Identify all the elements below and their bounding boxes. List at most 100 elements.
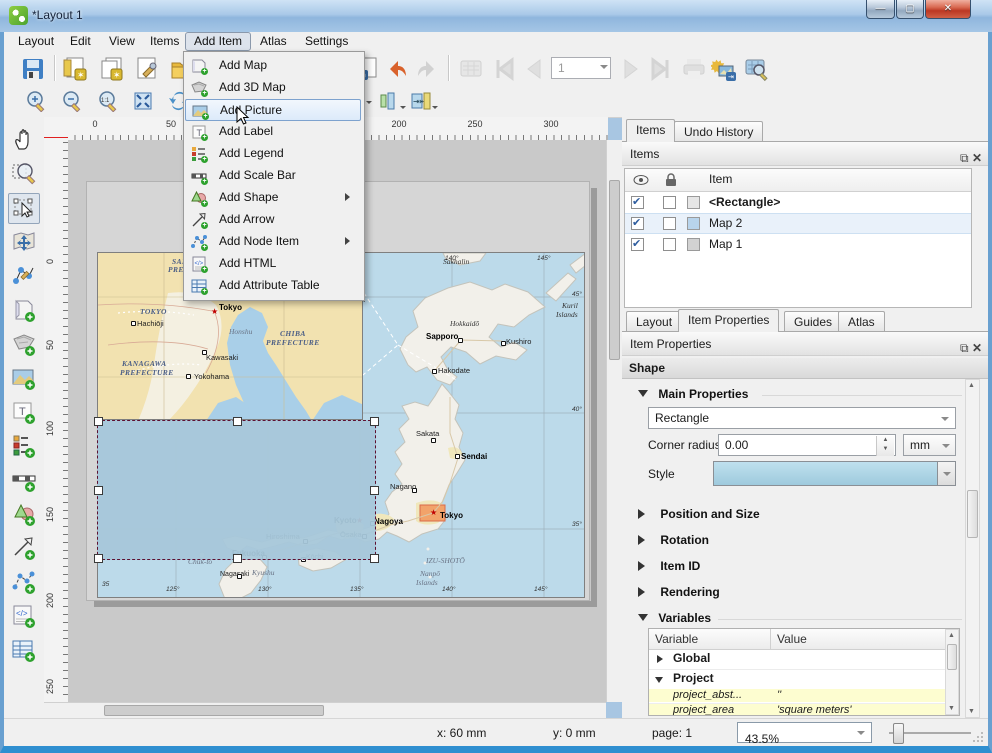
rectangle-item-selected[interactable]	[94, 417, 379, 563]
tab-atlas[interactable]: Atlas	[838, 311, 885, 332]
item-row-map1[interactable]: Map 1	[625, 234, 971, 255]
zoom-tool-button[interactable]	[8, 159, 40, 190]
corner-radius-unit-combo[interactable]: mm	[903, 434, 956, 456]
atlas-previous-feature-button[interactable]	[518, 54, 548, 84]
maximize-button[interactable]: ▢	[896, 0, 924, 19]
minimize-button[interactable]: —	[866, 0, 895, 19]
move-item-content-tool-button[interactable]	[8, 227, 40, 258]
add-legend-tool-button[interactable]	[8, 431, 40, 462]
variables-group-header[interactable]: Variables	[638, 611, 711, 625]
lock-checkbox[interactable]	[663, 217, 676, 230]
variable-row-project-area[interactable]: project_area 'square meters'	[649, 703, 959, 715]
canvas-horizontal-scrollbar[interactable]	[44, 702, 606, 718]
style-color-button[interactable]	[713, 461, 956, 486]
pan-tool-button[interactable]	[8, 125, 40, 156]
resize-grip[interactable]	[972, 731, 984, 743]
variable-row-global[interactable]: Global	[649, 649, 959, 670]
resize-handle-w[interactable]	[94, 486, 103, 495]
menu-item-add-arrow[interactable]: + Add Arrow	[185, 209, 361, 231]
menu-item-add-label[interactable]: T + Add Label	[185, 121, 361, 143]
save-project-button[interactable]	[18, 54, 48, 84]
tab-item-properties[interactable]: Item Properties	[678, 309, 780, 332]
corner-radius-spinbox[interactable]: 0.00 ▲ ▼	[718, 434, 896, 456]
style-dropdown-zone[interactable]	[937, 462, 955, 485]
add-scalebar-tool-button[interactable]	[8, 465, 40, 496]
resize-handle-sw[interactable]	[94, 554, 103, 563]
zoom-out-button[interactable]	[58, 88, 84, 114]
expand-triangle-icon[interactable]	[657, 655, 667, 663]
redo-button[interactable]	[412, 54, 442, 84]
variable-row-project-abstract[interactable]: project_abst... ''	[649, 689, 959, 702]
menu-view[interactable]: View	[101, 32, 143, 51]
resize-handle-n[interactable]	[233, 417, 242, 426]
menu-item-add-node-item[interactable]: + Add Node Item	[185, 231, 361, 253]
visibility-checkbox[interactable]	[631, 216, 644, 230]
menu-item-add-legend[interactable]: + Add Legend	[185, 143, 361, 165]
zoom-actual-size-button[interactable]: 1:1	[94, 88, 120, 114]
distribute-dropdown-icon[interactable]	[432, 106, 438, 112]
atlas-settings-button[interactable]	[456, 54, 486, 84]
add-attribute-table-tool-button[interactable]	[8, 635, 40, 666]
print-atlas-button[interactable]	[679, 54, 709, 84]
menu-add-item[interactable]: Add Item	[185, 32, 252, 51]
variable-row-project[interactable]: Project	[649, 669, 959, 690]
rotation-group-header[interactable]: Rotation	[638, 533, 709, 547]
resize-handle-s[interactable]	[233, 554, 242, 563]
item-label[interactable]: Map 2	[709, 216, 742, 230]
collapse-triangle-icon[interactable]	[655, 677, 663, 687]
add-node-item-tool-button[interactable]	[8, 567, 40, 598]
item-row-map2[interactable]: Map 2	[625, 213, 971, 234]
item-id-group-header[interactable]: Item ID	[638, 559, 700, 573]
item-label[interactable]: <Rectangle>	[709, 195, 780, 209]
visibility-checkbox[interactable]	[631, 237, 644, 251]
add-shape-tool-button[interactable]	[8, 499, 40, 530]
resize-handle-ne[interactable]	[370, 417, 379, 426]
raise-items-dropdown-icon[interactable]	[366, 101, 372, 107]
add-3d-map-tool-button[interactable]	[8, 329, 40, 360]
menu-item-add-html[interactable]: </> + Add HTML	[185, 253, 361, 275]
menu-edit[interactable]: Edit	[62, 32, 99, 51]
main-properties-group-header[interactable]: Main Properties	[638, 387, 748, 401]
resize-handle-nw[interactable]	[94, 417, 103, 426]
zoom-level-combo[interactable]: 43.5%	[737, 722, 872, 746]
tab-layout[interactable]: Layout	[626, 311, 683, 332]
zoom-in-button[interactable]	[22, 88, 48, 114]
preview-atlas-button[interactable]	[741, 54, 771, 84]
spin-buttons[interactable]: ▲ ▼	[876, 436, 894, 456]
shape-type-combo[interactable]: Rectangle	[648, 407, 956, 429]
atlas-first-feature-button[interactable]	[488, 54, 518, 84]
tab-undo-history[interactable]: Undo History	[674, 121, 764, 142]
variables-table-scrollbar[interactable]: ▲ ▼	[945, 629, 959, 715]
float-panel-icon[interactable]: ⧉	[960, 341, 969, 355]
menu-item-add-3d-map[interactable]: + Add 3D Map	[185, 77, 361, 99]
new-layout-button[interactable]: ✶	[60, 54, 90, 84]
menu-item-add-scale-bar[interactable]: + Add Scale Bar	[185, 165, 361, 187]
add-label-tool-button[interactable]: T	[8, 397, 40, 428]
menu-item-add-map[interactable]: + Add Map	[185, 55, 361, 77]
visibility-checkbox[interactable]	[631, 195, 644, 209]
tab-guides[interactable]: Guides	[784, 311, 843, 332]
undo-button[interactable]	[382, 54, 412, 84]
close-panel-icon[interactable]: ✕	[972, 341, 982, 355]
atlas-feature-combo[interactable]: 1	[551, 57, 611, 79]
align-dropdown-icon[interactable]	[400, 106, 406, 112]
align-items-button[interactable]	[376, 88, 406, 114]
close-panel-icon[interactable]: ✕	[972, 151, 982, 165]
menu-atlas[interactable]: Atlas	[252, 32, 295, 51]
add-arrow-tool-button[interactable]	[8, 533, 40, 564]
menu-settings[interactable]: Settings	[297, 32, 356, 51]
properties-panel-scrollbar[interactable]: ▲ ▼	[965, 379, 980, 718]
duplicate-layout-button[interactable]: ✶	[96, 54, 126, 84]
zoom-slider-handle[interactable]	[893, 723, 904, 744]
resize-handle-e[interactable]	[370, 486, 379, 495]
close-button[interactable]: ✕	[925, 0, 971, 19]
tab-items[interactable]: Items	[626, 119, 676, 142]
add-picture-tool-button[interactable]	[8, 363, 40, 394]
position-size-group-header[interactable]: Position and Size	[638, 507, 760, 521]
export-atlas-button[interactable]: ⇥	[709, 54, 739, 84]
menu-layout[interactable]: Layout	[10, 32, 62, 51]
item-label[interactable]: Map 1	[709, 237, 742, 251]
lock-checkbox[interactable]	[663, 196, 676, 209]
atlas-last-feature-button[interactable]	[647, 54, 677, 84]
menu-item-add-attribute-table[interactable]: + Add Attribute Table	[185, 275, 361, 297]
